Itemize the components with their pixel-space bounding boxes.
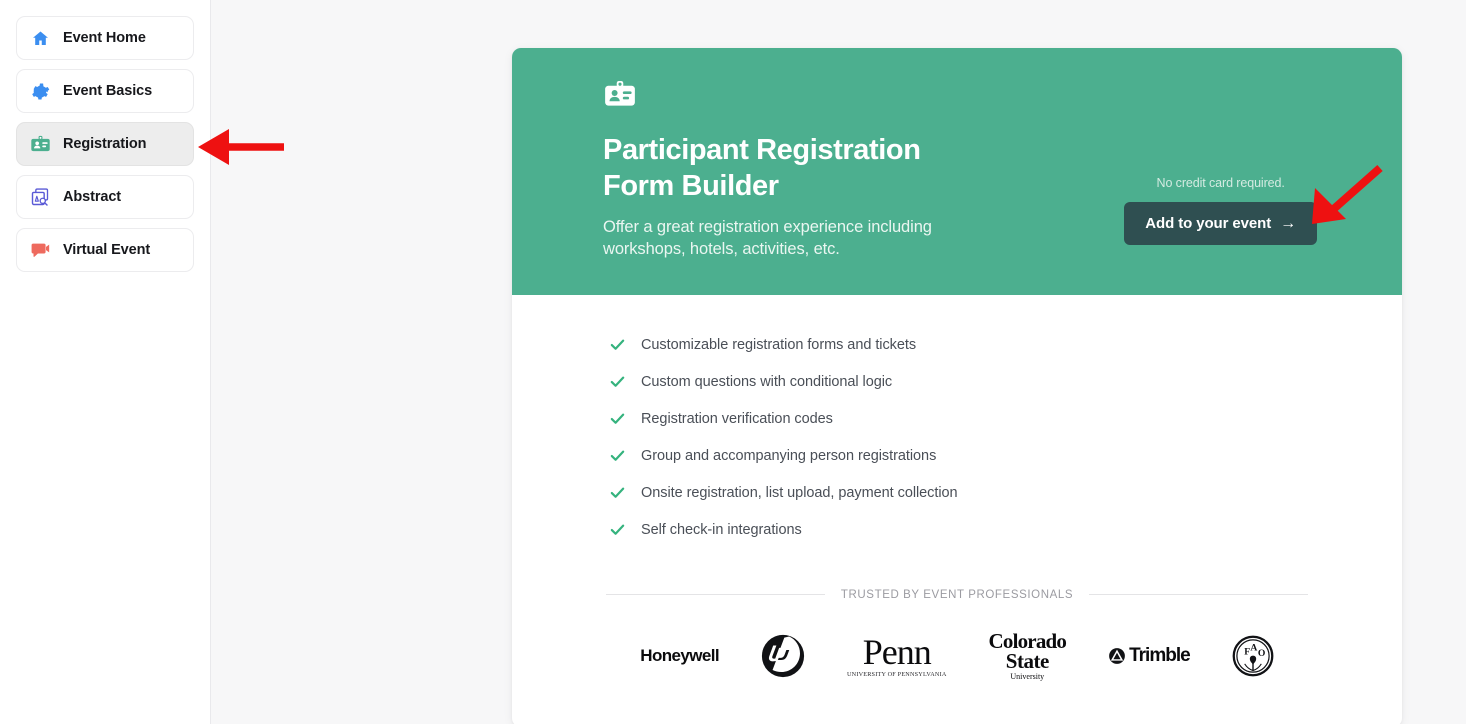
csu-logo-line2: State: [1005, 649, 1049, 674]
no-credit-card-note: No credit card required.: [1156, 176, 1285, 190]
check-icon: [606, 410, 628, 427]
document-search-icon: [29, 186, 51, 208]
list-item: Onsite registration, list upload, paymen…: [606, 475, 1364, 511]
feature-label: Self check-in integrations: [641, 521, 802, 538]
sidebar-item-abstract[interactable]: Abstract: [16, 175, 194, 219]
trusted-divider: TRUSTED BY EVENT PROFESSIONALS: [606, 588, 1309, 601]
check-icon: [606, 484, 628, 501]
product-promo-card: Participant Registration Form Builder Of…: [512, 48, 1402, 724]
main-content-area: Participant Registration Form Builder Of…: [211, 0, 1466, 724]
penn-logo-subtext: University of Pennsylvania: [846, 670, 947, 678]
sidebar-item-label: Event Basics: [63, 83, 153, 99]
divider-line-right: [1089, 594, 1309, 596]
sidebar-item-label: Virtual Event: [63, 242, 151, 258]
hp-logo: [761, 627, 805, 685]
svg-text:F: F: [1244, 646, 1250, 657]
check-icon: [606, 447, 628, 464]
list-item: Self check-in integrations: [606, 512, 1364, 548]
feature-label: Onsite registration, list upload, paymen…: [641, 484, 958, 501]
sidebar-item-label: Abstract: [63, 189, 122, 205]
trusted-caption: TRUSTED BY EVENT PROFESSIONALS: [840, 588, 1074, 601]
app-root: Event Home Event Basics Registration Abs…: [0, 0, 1466, 724]
fao-logo-mark: F A O: [1232, 635, 1274, 677]
list-item: Group and accompanying person registrati…: [606, 438, 1364, 474]
feature-label: Group and accompanying person registrati…: [641, 447, 937, 464]
trimble-logo-mark: [1109, 647, 1125, 664]
list-item: Customizable registration forms and tick…: [606, 327, 1364, 363]
feature-label: Registration verification codes: [641, 410, 833, 427]
feature-label: Custom questions with conditional logic: [641, 373, 893, 390]
sidebar: Event Home Event Basics Registration Abs…: [0, 0, 211, 724]
cta-label: Add to your event: [1145, 215, 1272, 232]
sidebar-item-registration[interactable]: Registration: [16, 122, 194, 166]
arrow-right-icon: →: [1280, 214, 1296, 232]
list-item: Registration verification codes: [606, 401, 1364, 437]
sidebar-item-event-basics[interactable]: Event Basics: [16, 69, 194, 113]
check-icon: [606, 373, 628, 390]
sidebar-item-label: Registration: [63, 136, 147, 152]
check-icon: [606, 336, 628, 353]
hp-logo-mark: [761, 634, 805, 677]
promo-hero: Participant Registration Form Builder Of…: [512, 48, 1402, 295]
csu-logo-line3: University: [1010, 671, 1045, 681]
penn-logo: Penn University of Pennsylvania: [847, 627, 947, 685]
fao-logo: F A O: [1232, 627, 1274, 685]
penn-logo-text: Penn: [862, 631, 932, 672]
honeywell-logo-text: Honeywell: [640, 645, 719, 665]
add-to-your-event-button[interactable]: Add to your event →: [1124, 202, 1317, 245]
sidebar-item-virtual-event[interactable]: Virtual Event: [16, 228, 194, 272]
divider-line-left: [606, 594, 825, 596]
sidebar-item-event-home[interactable]: Event Home: [16, 16, 194, 60]
id-badge-icon: [603, 78, 1364, 117]
home-icon: [29, 27, 51, 49]
feature-list: Customizable registration forms and tick…: [512, 295, 1402, 555]
check-icon: [606, 521, 628, 538]
gear-icon: [29, 80, 51, 102]
svg-text:A: A: [1250, 642, 1257, 653]
feature-label: Customizable registration forms and tick…: [641, 336, 917, 353]
trimble-logo: Trimble: [1108, 627, 1191, 685]
sidebar-item-label: Event Home: [63, 30, 146, 46]
csu-logo-line1: Colorado: [988, 629, 1067, 654]
logo-strip: Honeywell Penn University of Pennsylvani…: [512, 601, 1402, 724]
cta-block: No credit card required. Add to your eve…: [1124, 176, 1317, 245]
list-item: Custom questions with conditional logic: [606, 364, 1364, 400]
colorado-state-logo: Colorado State University: [989, 627, 1067, 685]
svg-text:O: O: [1258, 648, 1265, 659]
honeywell-logo: Honeywell: [640, 627, 719, 685]
video-chat-icon: [29, 239, 51, 261]
trimble-logo-text: Trimble: [1129, 644, 1191, 666]
id-badge-icon: [29, 133, 51, 155]
